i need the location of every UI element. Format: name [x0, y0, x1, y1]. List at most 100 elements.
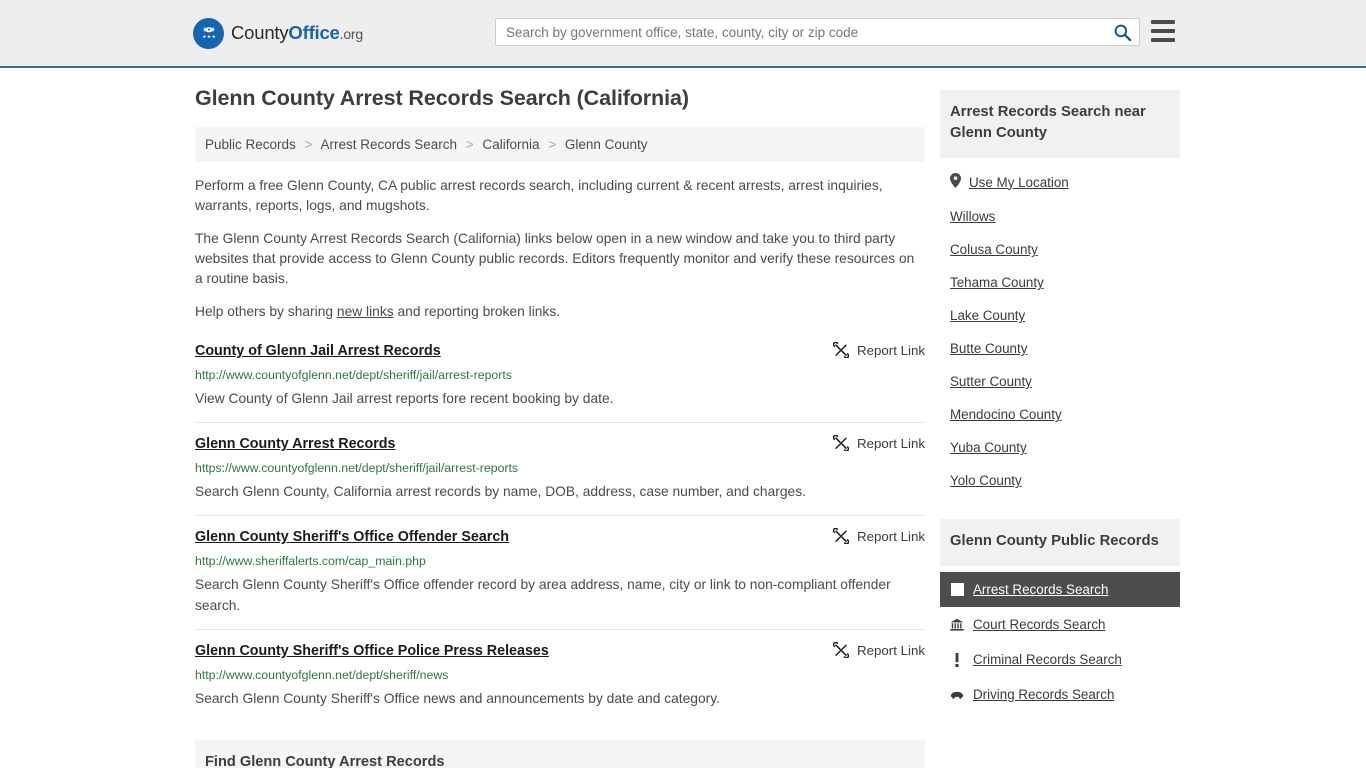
main-content: Glenn County Arrest Records Search (Cali…: [195, 68, 925, 768]
use-my-location-item[interactable]: Use My Location: [940, 164, 1180, 200]
broken-link-icon: [833, 435, 849, 451]
breadcrumb: Public Records > Arrest Records Search >…: [195, 127, 925, 162]
result-item: Glenn County Arrest Records Report Link …: [195, 422, 925, 515]
near-place-link[interactable]: Yolo County: [950, 473, 1022, 488]
near-place-item[interactable]: Tehama County: [940, 266, 1180, 299]
breadcrumb-separator: >: [304, 137, 313, 152]
result-description: Search Glenn County Sheriff's Office off…: [195, 577, 891, 613]
result-header: Glenn County Arrest Records Report Link: [195, 435, 925, 454]
sidebar-item-label[interactable]: Criminal Records Search: [973, 652, 1122, 667]
report-link-button[interactable]: Report Link: [819, 435, 925, 451]
breadcrumb-item-public-records[interactable]: Public Records: [205, 137, 296, 152]
search-button[interactable]: [1105, 19, 1139, 45]
search-icon: [1114, 24, 1131, 41]
new-links-link[interactable]: new links: [337, 304, 394, 319]
breadcrumb-separator: >: [465, 137, 474, 152]
near-place-link[interactable]: Butte County: [950, 341, 1027, 356]
logo-text-office: Office: [288, 22, 340, 43]
breadcrumb-item-glenn-county[interactable]: Glenn County: [565, 137, 648, 152]
result-url: https://www.countyofglenn.net/dept/sheri…: [195, 461, 519, 475]
exclamation-icon: [950, 652, 964, 667]
report-link-label: Report Link: [857, 342, 925, 358]
result-header: Glenn County Sheriff's Office Offender S…: [195, 528, 925, 547]
result-header: County of Glenn Jail Arrest Records Repo…: [195, 342, 925, 361]
near-place-item[interactable]: Yolo County: [940, 464, 1180, 497]
near-place-item[interactable]: Sutter County: [940, 365, 1180, 398]
result-title-link[interactable]: County of Glenn Jail Arrest Records: [195, 342, 441, 361]
near-place-item[interactable]: Butte County: [940, 332, 1180, 365]
courthouse-icon: [950, 618, 964, 632]
eagle-seal-icon: [193, 17, 224, 49]
result-description: View County of Glenn Jail arrest reports…: [195, 391, 614, 406]
sidebar-item-criminal-records-search[interactable]: Criminal Records Search: [940, 642, 1180, 677]
near-place-link[interactable]: Sutter County: [950, 374, 1032, 389]
sidebar-item-arrest-records-search[interactable]: Arrest Records Search: [940, 572, 1180, 607]
sidebar-item-label[interactable]: Arrest Records Search: [973, 582, 1108, 597]
report-link-button[interactable]: Report Link: [819, 342, 925, 358]
breadcrumb-item-california[interactable]: California: [482, 137, 539, 152]
result-item: County of Glenn Jail Arrest Records Repo…: [195, 336, 925, 422]
near-place-link[interactable]: Lake County: [950, 308, 1025, 323]
near-place-link[interactable]: Mendocino County: [950, 407, 1062, 422]
sidebar-item-driving-records-search[interactable]: Driving Records Search: [940, 677, 1180, 712]
public-records-list: Arrest Records Search Court Records Sear…: [940, 566, 1180, 712]
sidebar: Arrest Records Search near Glenn County …: [940, 68, 1180, 768]
intro-text: Perform a free Glenn County, CA public a…: [195, 176, 925, 322]
find-records-title: Find Glenn County Arrest Records: [205, 754, 445, 768]
logo-text-county: County: [231, 22, 289, 43]
car-icon: [950, 688, 964, 702]
report-link-button[interactable]: Report Link: [819, 528, 925, 544]
report-link-label: Report Link: [857, 528, 925, 544]
near-place-link[interactable]: Colusa County: [950, 242, 1038, 257]
near-place-link[interactable]: Tehama County: [950, 275, 1044, 290]
breadcrumb-separator: >: [548, 137, 557, 152]
logo-wordmark: CountyOffice.org: [231, 22, 363, 44]
result-item: Glenn County Sheriff's Office Offender S…: [195, 515, 925, 629]
sidebar-item-label[interactable]: Driving Records Search: [973, 687, 1114, 702]
near-locations-list: Use My Location Willows Colusa County Te…: [940, 158, 1180, 497]
search-input[interactable]: [496, 19, 1105, 45]
near-place-item[interactable]: Willows: [940, 200, 1180, 233]
broken-link-icon: [833, 528, 849, 544]
result-item: Glenn County Sheriff's Office Police Pre…: [195, 629, 925, 722]
result-description: Search Glenn County, California arrest r…: [195, 484, 806, 499]
sidebar-item-court-records-search[interactable]: Court Records Search: [940, 607, 1180, 642]
result-url: http://www.countyofglenn.net/dept/sherif…: [195, 668, 449, 682]
broken-link-icon: [833, 342, 849, 358]
page-title: Glenn County Arrest Records Search (Cali…: [195, 86, 689, 110]
report-link-button[interactable]: Report Link: [819, 642, 925, 658]
intro-p3-prefix: Help others by sharing: [195, 304, 337, 319]
result-url: http://www.sheriffalerts.com/cap_main.ph…: [195, 554, 426, 568]
near-place-item[interactable]: Lake County: [940, 299, 1180, 332]
result-title-link[interactable]: Glenn County Arrest Records: [195, 435, 395, 454]
use-my-location-link[interactable]: Use My Location: [969, 175, 1069, 190]
map-pin-icon: [950, 173, 961, 191]
result-url: http://www.countyofglenn.net/dept/sherif…: [195, 368, 512, 382]
logo-text-org: .org: [339, 26, 364, 42]
hamburger-menu-icon[interactable]: [1151, 20, 1175, 42]
sidebar-item-label[interactable]: Court Records Search: [973, 617, 1105, 632]
find-records-section: Find Glenn County Arrest Records: [195, 740, 925, 768]
intro-paragraph-1: Perform a free Glenn County, CA public a…: [195, 178, 883, 213]
result-title-link[interactable]: Glenn County Sheriff's Office Offender S…: [195, 528, 509, 547]
result-title-link[interactable]: Glenn County Sheriff's Office Police Pre…: [195, 642, 549, 661]
near-place-item[interactable]: Mendocino County: [940, 398, 1180, 431]
site-logo[interactable]: CountyOffice.org: [193, 17, 363, 49]
intro-p3-suffix: and reporting broken links.: [393, 304, 561, 319]
intro-paragraph-2: The Glenn County Arrest Records Search (…: [195, 231, 915, 286]
report-link-label: Report Link: [857, 642, 925, 658]
near-card-title: Arrest Records Search near Glenn County: [940, 90, 1180, 158]
breadcrumb-item-arrest-records-search[interactable]: Arrest Records Search: [320, 137, 457, 152]
square-icon: [950, 583, 964, 597]
intro-paragraph-3: Help others by sharing new links and rep…: [195, 302, 925, 322]
near-place-item[interactable]: Colusa County: [940, 233, 1180, 266]
page-body: Glenn County Arrest Records Search (Cali…: [0, 68, 1366, 768]
result-description: Search Glenn County Sheriff's Office new…: [195, 691, 720, 706]
near-place-link[interactable]: Willows: [950, 209, 995, 224]
site-header: CountyOffice.org: [0, 0, 1366, 68]
near-place-link[interactable]: Yuba County: [950, 440, 1027, 455]
search-bar: [495, 18, 1140, 46]
near-place-item[interactable]: Yuba County: [940, 431, 1180, 464]
report-link-label: Report Link: [857, 435, 925, 451]
public-records-card-title: Glenn County Public Records: [940, 519, 1180, 566]
